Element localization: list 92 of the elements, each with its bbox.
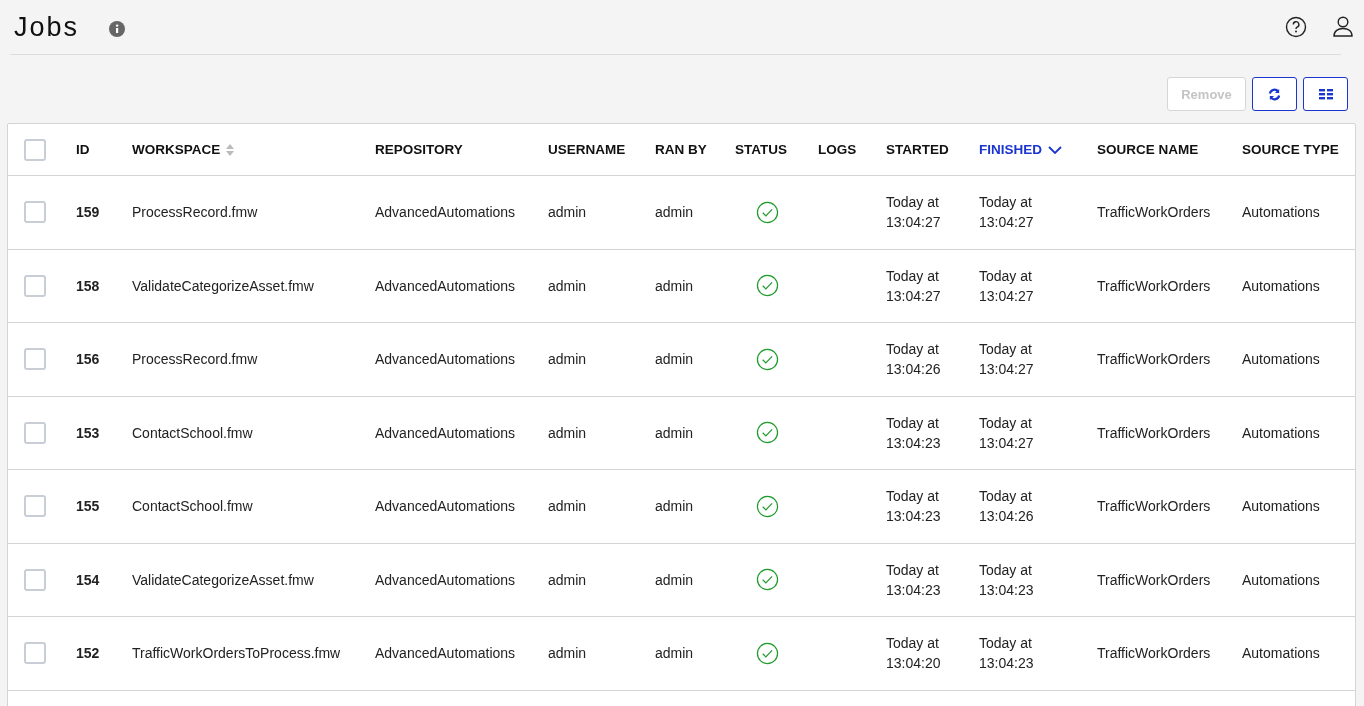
table-cell-text: Today at 13:04:27: [886, 266, 942, 306]
table-cell-text: 154: [76, 570, 100, 590]
table-cell-text: TrafficWorkOrders: [1097, 497, 1211, 517]
refresh-icon: [1268, 87, 1281, 101]
table-cell-text: ProcessRecord.fmw: [132, 350, 258, 370]
table-cell-text: admin: [548, 276, 587, 296]
table-cell-text: TrafficWorkOrders: [1097, 644, 1211, 664]
table-cell-text: Today at 13:04:20: [886, 634, 942, 674]
column-header: LOGS: [818, 142, 857, 157]
sort-icon[interactable]: [226, 143, 235, 156]
table-cell-text: ContactSchool.fmw: [132, 497, 253, 517]
table-cell-text: AdvancedAutomations: [375, 570, 516, 590]
user-icon[interactable]: [1333, 16, 1353, 38]
table-cell-text: 155: [76, 497, 100, 517]
help-icon[interactable]: [1285, 16, 1307, 38]
table-cell-text: admin: [655, 276, 694, 296]
table-cell-text: Automations: [1242, 350, 1320, 370]
column-header: SOURCE TYPE: [1242, 142, 1339, 157]
table-cell-text: admin: [548, 644, 587, 664]
row-checkbox[interactable]: [24, 348, 46, 371]
table-cell-text: Today at 13:04:23: [886, 560, 942, 600]
table-cell-text: admin: [548, 570, 587, 590]
select-all-checkbox[interactable]: [24, 138, 46, 161]
table-cell-text: TrafficWorkOrders: [1097, 570, 1211, 590]
table-cell-text: admin: [548, 203, 587, 223]
table-cell-text: Automations: [1242, 570, 1320, 590]
table-cell-text: 153: [76, 423, 100, 443]
table-cell-text: Today at 13:04:27: [979, 413, 1035, 453]
table-cell-text: TrafficWorkOrders: [1097, 276, 1211, 296]
column-header: ID: [76, 142, 90, 157]
table-cell-text: admin: [655, 644, 694, 664]
columns-button[interactable]: [1303, 77, 1348, 111]
table-cell-text: Today at 13:04:27: [979, 266, 1035, 306]
table-cell-text: Automations: [1242, 203, 1320, 223]
table-cell-text: Automations: [1242, 497, 1320, 517]
row-checkbox[interactable]: [24, 421, 46, 444]
table-cell-text: 152: [76, 644, 100, 664]
column-header: SOURCE NAME: [1097, 142, 1199, 157]
info-icon[interactable]: [109, 21, 126, 37]
table-cell-text: TrafficWorkOrders: [1097, 350, 1211, 370]
table-cell-text: ContactSchool.fmw: [132, 423, 253, 443]
row-checkbox[interactable]: [24, 274, 46, 297]
table-cell-text: AdvancedAutomations: [375, 276, 516, 296]
column-header: USERNAME: [548, 142, 626, 157]
table-cell-text: Automations: [1242, 423, 1320, 443]
column-header[interactable]: FINISHED: [979, 142, 1062, 157]
page-title: Jobs: [14, 11, 80, 43]
table-cell-text: Today at 13:04:27: [886, 193, 942, 233]
table-cell-text: ValidateCategorizeAsset.fmw: [132, 570, 314, 590]
table-cell-text: admin: [655, 497, 694, 517]
row-checkbox[interactable]: [24, 201, 46, 224]
column-header: REPOSITORY: [375, 142, 463, 157]
row-checkbox[interactable]: [24, 495, 46, 518]
table-cell-text: Today at 13:04:26: [886, 340, 942, 380]
table-cell-text: admin: [548, 497, 587, 517]
row-checkbox[interactable]: [24, 642, 46, 665]
table-cell-text: AdvancedAutomations: [375, 644, 516, 664]
table-cell-text: TrafficWorkOrders: [1097, 423, 1211, 443]
table-cell-text: admin: [655, 203, 694, 223]
column-header: RAN BY: [655, 142, 707, 157]
table-cell-text: admin: [655, 350, 694, 370]
table-cell-text: ProcessRecord.fmw: [132, 203, 258, 223]
table-cell-text: admin: [548, 350, 587, 370]
table-cell-text: Automations: [1242, 276, 1320, 296]
chevron-down-icon[interactable]: [1048, 145, 1062, 154]
table-cell-text: AdvancedAutomations: [375, 203, 516, 223]
table-cell-text: AdvancedAutomations: [375, 423, 516, 443]
table-cell-text: Today at 13:04:27: [979, 340, 1035, 380]
table-cell-text: 156: [76, 350, 100, 370]
table-cell-text: Today at 13:04:23: [979, 634, 1035, 674]
column-header[interactable]: WORKSPACE: [132, 142, 235, 157]
table-cell-text: Today at 13:04:23: [886, 487, 942, 527]
column-header: STARTED: [886, 142, 949, 157]
table-cell-text: 159: [76, 203, 100, 223]
table-cell-text: 158: [76, 276, 100, 296]
table-cell-text: admin: [548, 423, 587, 443]
table-cell-text: Automations: [1242, 644, 1320, 664]
table-cell-text: Today at 13:04:23: [886, 413, 942, 453]
table-cell-text: Today at 13:04:26: [979, 487, 1035, 527]
table-cell-text: Today at 13:04:23: [979, 560, 1035, 600]
table-cell-text: admin: [655, 423, 694, 443]
table-cell-text: admin: [655, 570, 694, 590]
row-checkbox[interactable]: [24, 568, 46, 591]
table-cell-text: ValidateCategorizeAsset.fmw: [132, 276, 314, 296]
table-cell-text: TrafficWorkOrders: [1097, 203, 1211, 223]
table-cell-text: Today at 13:04:27: [979, 193, 1035, 233]
column-header: STATUS: [735, 142, 787, 157]
table-cell-text: AdvancedAutomations: [375, 497, 516, 517]
table-cell-text: TrafficWorkOrdersToProcess.fmw: [132, 644, 341, 664]
refresh-button[interactable]: [1252, 77, 1297, 111]
columns-icon: [1318, 88, 1333, 100]
table-cell-text: AdvancedAutomations: [375, 350, 516, 370]
